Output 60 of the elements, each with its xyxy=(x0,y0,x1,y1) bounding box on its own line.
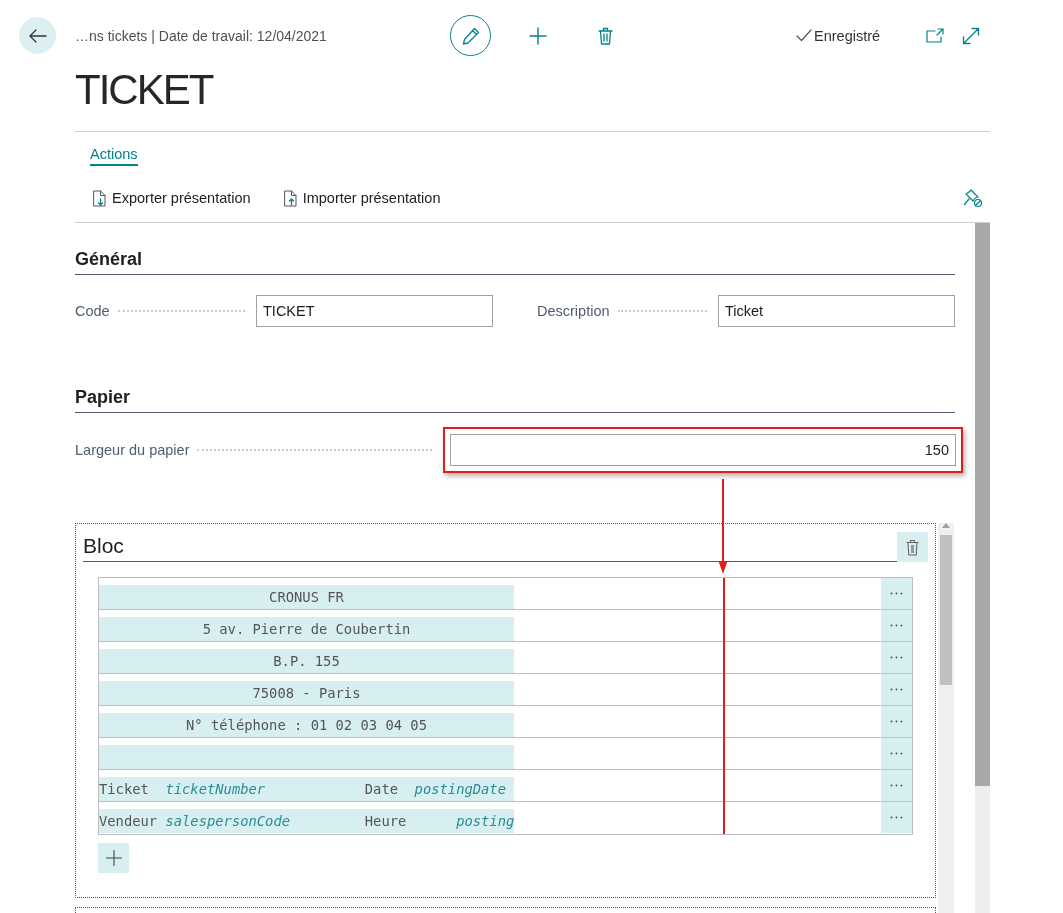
more-button[interactable] xyxy=(881,802,912,833)
delete-block-button[interactable] xyxy=(897,532,928,562)
actions-tab[interactable]: Actions xyxy=(90,146,138,166)
expand-icon xyxy=(962,26,980,45)
file-download-icon xyxy=(93,189,106,207)
page-scrollbar[interactable] xyxy=(975,223,990,913)
pencil-icon xyxy=(461,26,480,45)
more-button[interactable] xyxy=(881,674,912,705)
section-heading: Papier xyxy=(75,385,955,413)
trash-icon xyxy=(906,538,919,556)
field-code: postingDate xyxy=(414,780,506,799)
field-code: posting xyxy=(456,812,515,831)
more-button[interactable] xyxy=(881,770,912,801)
save-status: Enregistré xyxy=(814,27,881,44)
page-title: TICKET xyxy=(75,65,213,115)
more-button[interactable] xyxy=(881,610,912,641)
line-label: Ticket xyxy=(99,780,149,799)
file-upload-icon xyxy=(283,189,297,207)
open-in-new-window-icon xyxy=(926,28,944,43)
more-icon xyxy=(890,624,903,627)
line-label: Date xyxy=(364,780,398,799)
more-icon xyxy=(890,784,903,787)
line-label: Heure xyxy=(364,812,407,831)
trash-icon xyxy=(597,26,613,45)
field-label: Code xyxy=(75,303,110,319)
input-field[interactable]: 150 xyxy=(450,434,956,466)
more-button[interactable] xyxy=(881,738,912,769)
breadcrumb: …ns tickets | Date de travail: 12/04/2021 xyxy=(75,27,328,44)
section-heading: Général xyxy=(75,247,955,275)
more-button[interactable] xyxy=(881,578,912,609)
check-icon xyxy=(796,29,812,42)
field-label: Largeur du papier xyxy=(75,442,190,458)
field-code: ticketNumber xyxy=(165,780,266,799)
more-button[interactable] xyxy=(881,706,912,737)
input-field[interactable]: Ticket xyxy=(718,295,955,327)
more-icon xyxy=(890,752,903,755)
field-label: Description xyxy=(537,303,610,319)
back-button[interactable] xyxy=(19,17,56,54)
plus-icon xyxy=(105,850,122,866)
plus-icon xyxy=(529,26,547,45)
line-label: Vendeur xyxy=(99,812,158,831)
more-button[interactable] xyxy=(881,642,912,673)
block-title: Bloc xyxy=(83,532,897,562)
more-icon xyxy=(890,656,903,659)
back-arrow-icon xyxy=(27,27,48,44)
scrollbar-thumb[interactable] xyxy=(940,535,952,685)
more-icon xyxy=(890,592,903,595)
field-code: salespersonCode xyxy=(165,812,291,831)
scroll-up-icon xyxy=(942,523,950,528)
more-icon xyxy=(890,720,903,723)
edit-button[interactable] xyxy=(450,15,491,56)
input-field[interactable]: TICKET xyxy=(256,295,493,327)
action-button[interactable]: Importer présentation xyxy=(280,186,444,210)
pin-off-icon xyxy=(963,188,983,208)
more-icon xyxy=(890,688,903,691)
more-icon xyxy=(890,816,903,819)
scrollbar-thumb[interactable] xyxy=(975,223,990,786)
action-button[interactable]: Exporter présentation xyxy=(90,186,254,210)
block-scrollbar[interactable] xyxy=(938,523,954,913)
add-line-button[interactable] xyxy=(98,843,129,873)
